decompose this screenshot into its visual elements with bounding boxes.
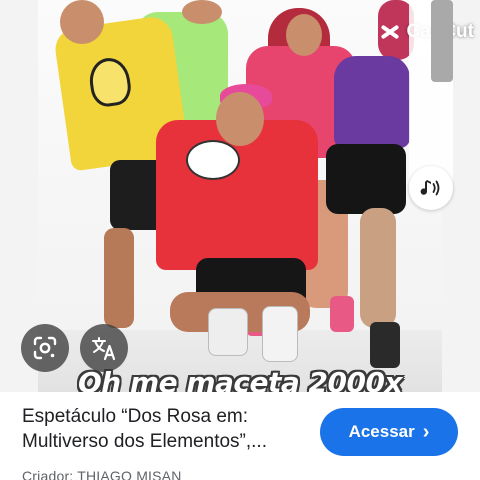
result-info-panel: Espetáculo “Dos Rosa em: Multiverso dos … — [0, 392, 480, 480]
translate-button[interactable] — [80, 324, 128, 372]
purple-shirt-person-legs — [360, 208, 396, 328]
purple-shirt-person-shorts — [326, 144, 406, 214]
white-sneaker — [208, 308, 248, 356]
purple-shirt-person — [334, 56, 410, 148]
capcut-logo-icon — [380, 22, 400, 42]
access-button[interactable]: Acessar › — [320, 408, 458, 456]
mouse-print — [186, 140, 240, 180]
pink-sneaker — [330, 296, 354, 332]
green-shirt-person-head — [182, 0, 222, 24]
result-image[interactable]: CapCut Oh me maceta 2000x — [0, 0, 480, 392]
result-title-line: Multiverso dos Elementos”,... — [22, 431, 267, 452]
white-sneaker — [262, 306, 298, 362]
result-creator: Criador: THIAGO MISAN — [22, 468, 182, 480]
chevron-right-icon: › — [422, 421, 430, 443]
translate-icon — [92, 337, 116, 361]
access-button-label: Acessar — [348, 422, 415, 441]
black-sneaker — [370, 322, 400, 368]
yellow-shirt-person-head — [60, 0, 104, 44]
result-title-line: Espetáculo “Dos Rosa em: — [22, 406, 248, 427]
scroll-thumb[interactable] — [431, 0, 453, 82]
lens-icon — [33, 336, 57, 360]
lens-button[interactable] — [21, 324, 69, 372]
audio-button[interactable] — [409, 166, 453, 210]
red-shirt-person-head — [216, 92, 264, 146]
result-title[interactable]: Espetáculo “Dos Rosa em: Multiverso dos … — [22, 404, 312, 454]
video-caption: Oh me maceta 2000x — [77, 366, 403, 392]
audio-icon — [420, 180, 440, 196]
pink-shirt-person-head — [286, 14, 322, 56]
yellow-shirt-person-legs — [104, 228, 134, 328]
